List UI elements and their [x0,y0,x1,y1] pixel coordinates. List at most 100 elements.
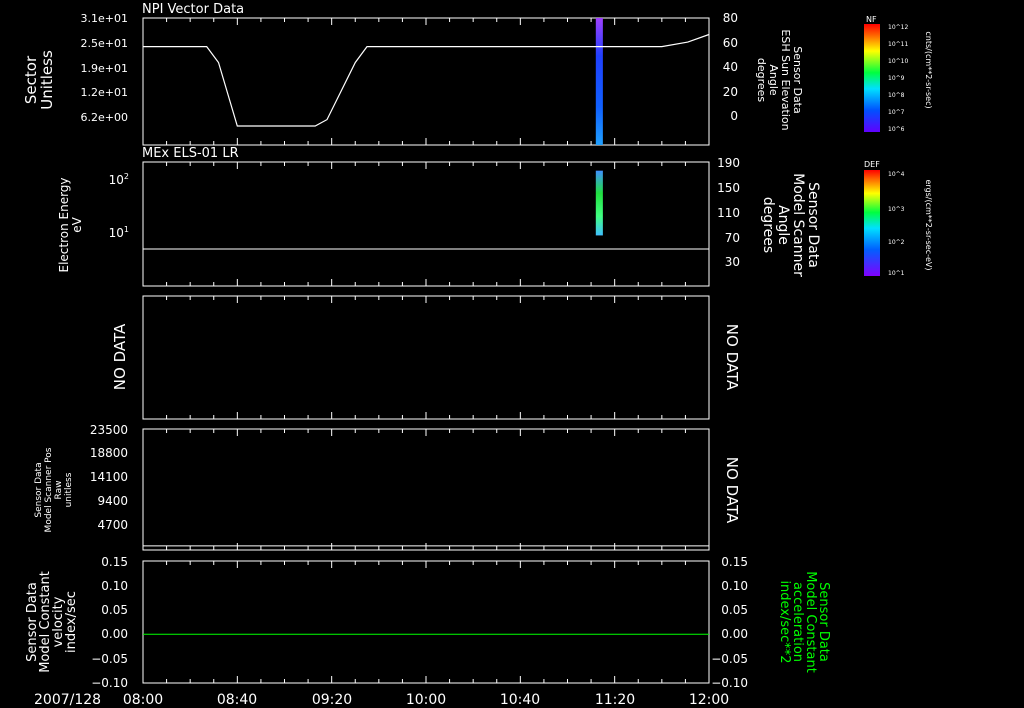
colorbar-nf-label: NF [866,15,877,24]
colorbar-nf-tick-6: 10^6 [888,126,905,133]
panel-2-rlabel-0: Sensor Data [805,182,821,268]
panel-4-ytick-0: 23500 [90,423,128,437]
panel-5-rtick-3: 0.00 [721,627,748,641]
colorbar-def-gradient [864,170,880,276]
date-label: 2007/128 [34,692,101,708]
colorbar-nf-tick-2: 10^10 [888,58,908,65]
panel-2-ytick-0: 102 [109,172,129,187]
panel-2-ytick-0-exp: 2 [124,172,129,181]
panel-1-ytick-0: 3.1e+01 [81,12,128,25]
panel-1-frame [142,17,710,146]
panel-5-rtick-5: −0.10 [711,676,748,690]
panel-1-rtick-4: 0 [730,109,738,123]
panel-2-rtick-0: 190 [717,156,740,170]
panel-4-ytick-3: 9400 [97,494,128,508]
panel-1: NPI Vector Data 3.1e+01 2.5e+01 1.9e+01 … [22,2,804,146]
panel-2-rlabel-2: Angle [775,205,791,245]
panel-1-ylabel-1: Unitless [38,50,56,110]
panel-5-rtick-2: 0.05 [721,603,748,617]
panel-4-right-no-data: NO DATA [723,457,741,524]
panel-5-ylabel-3: index/sec [64,591,79,653]
colorbar-nf-tick-5: 10^7 [888,109,905,116]
panel-2-title: MEx ELS-01 LR [142,146,239,161]
panel-4-ytick-4: 4700 [97,518,128,532]
panel-2-rtick-3: 70 [725,231,740,245]
time-tick-3: 10:00 [406,692,446,708]
colorbar-nf-unit: cnts/(cm**2-sr-sec) [924,31,933,108]
panel-5-ytick-2: 0.05 [101,603,128,617]
panel-5-ytick-0: 0.15 [101,555,128,569]
panel-5-rtick-0: 0.15 [721,555,748,569]
panel-4-frame [142,428,710,551]
colorbar-def-ticks: 10^4 10^3 10^2 10^1 [888,171,905,277]
panel-1-title: NPI Vector Data [142,2,244,17]
panel-2-spectrogram-bin [595,170,603,236]
panel-2-ylabel-0: Electron Energy [57,177,71,272]
panel-2-rtick-4: 30 [725,255,740,269]
panel-5-right-ticks: 0.15 0.10 0.05 0.00 −0.05 −0.10 [711,555,748,690]
panel-5-y-ticks: 0.15 0.10 0.05 0.00 −0.05 −0.10 [91,555,128,690]
panel-1-rtick-2: 40 [723,60,738,74]
panel-5-ytick-1: 0.10 [101,579,128,593]
panel-4-ytick-2: 14100 [90,470,128,484]
colorbar-def-label: DEF [864,160,880,169]
panel-3-left-no-data: NO DATA [111,323,129,390]
panel-2-rtick-2: 110 [717,206,740,220]
panel-2-ytick-1: 101 [109,225,129,240]
panel-4-y-ticks: 23500 18800 14100 9400 4700 [90,423,128,532]
panel-2-rtick-1: 150 [717,181,740,195]
time-tick-2: 09:20 [312,692,352,708]
panel-5-frame [142,560,710,684]
panel-3: NO DATA NO DATA [111,295,741,420]
panel-2: MEx ELS-01 LR 102 101 190 150 110 70 30 … [57,146,821,287]
colorbar-def-unit: ergs/(cm**2-sr-sec-eV) [924,179,933,270]
colorbar-def-tick-1: 10^3 [888,206,905,213]
colorbar-nf-gradient [864,24,880,132]
panel-5-ytick-5: −0.10 [91,676,128,690]
panel-1-ytick-3: 1.2e+01 [81,86,128,99]
time-tick-5: 11:20 [595,692,635,708]
panel-1-rlabel-3: degrees [755,58,768,103]
colorbar-nf-tick-3: 10^9 [888,75,905,82]
panel-2-right-ticks: 190 150 110 70 30 [717,156,740,269]
panel-2-rlabel-3: degrees [760,197,776,253]
panel-5-ytick-3: 0.00 [101,627,128,641]
panel-2-frame [142,161,710,287]
panel-1-right-ticks: 80 60 40 20 0 [723,11,738,123]
panel-5-rtick-4: −0.05 [711,652,748,666]
panel-3-frame [142,295,710,420]
panel-1-ytick-1: 2.5e+01 [81,37,128,50]
time-tick-4: 10:40 [500,692,540,708]
panel-5-ytick-4: −0.05 [91,652,128,666]
colorbar-def: DEF 10^4 10^3 10^2 10^1 ergs/(cm**2-sr-s… [864,160,933,277]
panel-4: 23500 18800 14100 9400 4700 Sensor Data … [34,423,741,551]
panel-1-ytick-4: 6.2e+00 [81,111,128,124]
colorbar-nf-tick-1: 10^11 [888,41,908,48]
panel-1-rtick-1: 60 [723,36,738,50]
panel-2-ylabel-1: eV [70,216,84,232]
time-tick-6: 12:00 [689,692,729,708]
panel-5-rlabel-3: index/sec**2 [777,580,792,663]
panel-1-rtick-0: 80 [723,11,738,25]
colorbar-def-tick-2: 10^2 [888,239,905,246]
panel-1-ytick-2: 1.9e+01 [81,62,128,75]
panel-1-rtick-3: 20 [723,85,738,99]
panel-4-ytick-1: 18800 [90,446,128,460]
colorbar-nf-tick-0: 10^12 [888,24,908,31]
panel-4-ylabel-0: Sensor Data [34,462,44,517]
panel-4-ylabel-2: Raw [54,481,64,500]
panel-1-y-ticks: 3.1e+01 2.5e+01 1.9e+01 1.2e+01 6.2e+00 [81,12,128,124]
colorbar-def-tick-0: 10^4 [888,171,905,178]
panel-2-rlabel-1: Model Scanner [790,173,806,277]
axis-tick-marks [142,18,710,683]
panel-3-right-no-data: NO DATA [723,324,741,391]
panel-4-ylabel-3: unitless [64,472,74,507]
time-tick-1: 08:40 [217,692,257,708]
colorbar-nf: NF 10^12 10^11 10^10 10^9 10^8 10^7 10^6… [864,15,933,133]
colorbar-def-tick-3: 10^1 [888,270,905,277]
colorbar-nf-ticks: 10^12 10^11 10^10 10^9 10^8 10^7 10^6 [888,24,908,133]
panel-1-spectrogram-bin [595,18,603,145]
stacked-time-series-chart: NPI Vector Data 3.1e+01 2.5e+01 1.9e+01 … [22,2,933,708]
time-axis: 2007/128 08:00 08:40 09:20 10:00 10:40 1… [34,692,729,708]
panel-1-series-line [143,33,710,127]
